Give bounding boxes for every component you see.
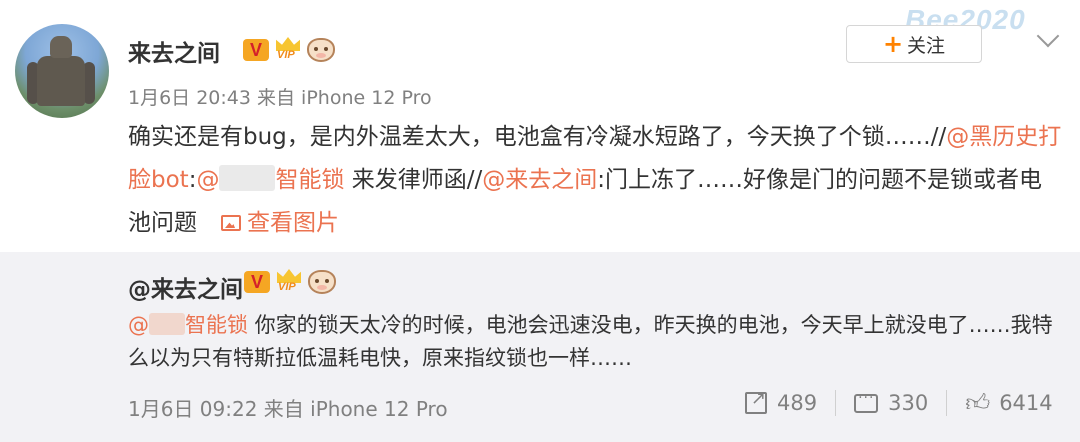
original-text: 你家的锁天太冷的时候，电池会迅速没电，昨天换的电池，今天早上就没电了……我特么以… (128, 313, 1053, 370)
mention-name: 智能锁 (185, 313, 248, 337)
divider (946, 390, 948, 416)
post-meta: 1月6日 20:43 来自 iPhone 12 Pro (128, 87, 432, 109)
follow-label: 关注 (907, 34, 946, 57)
weibo-post: 来去之间 V VIP 1月6日 20:43 来自 iPhone 12 Pro B… (0, 0, 1080, 252)
verified-v-icon[interactable]: V (243, 39, 269, 61)
user-avatar[interactable] (15, 24, 109, 118)
redacted-name (219, 165, 276, 191)
post-content: 确实还是有bug，是内外温差太大，电池盒有冷凝水短路了，今天换了个锁……//@黑… (128, 116, 1063, 245)
vip-text: VIP (278, 281, 296, 293)
mention-name: 智能锁 (275, 167, 345, 193)
repost-button[interactable]: 489 (745, 388, 818, 415)
action-bar: 489 330 👍︎ 6414 (745, 388, 1053, 416)
vip-crown-icon[interactable]: VIP (273, 37, 303, 63)
follow-button[interactable]: + 关注 (846, 25, 982, 63)
thumbs-up-icon: 👍︎ (965, 389, 991, 417)
repost-count: 489 (777, 391, 818, 415)
original-content: @ 智能锁 你家的锁天太冷的时候，电池会迅速没电，昨天换的电池，今天早上就没电了…… (128, 309, 1063, 375)
divider (835, 390, 837, 416)
mention-at: @ (128, 313, 149, 337)
vip-crown-icon[interactable]: VIP (274, 269, 304, 295)
avatar-robot-body (37, 56, 85, 106)
repost-icon (745, 388, 767, 414)
chevron-down-icon[interactable] (1036, 24, 1060, 48)
original-user-badges: V VIP (244, 269, 336, 295)
vip-text: VIP (277, 49, 295, 61)
original-username[interactable]: @来去之间 (128, 270, 243, 304)
mention-link[interactable]: @来去之间 (482, 167, 597, 193)
picture-icon (221, 215, 241, 231)
post-text: 来发律师函// (344, 167, 483, 193)
reposted-original: @来去之间 V VIP @ 智能锁 你家的锁天太冷的时候，电池会迅速没电，昨天换的… (0, 252, 1080, 442)
mention-at: @ (196, 167, 220, 193)
mention-link[interactable]: @ 智能锁 (128, 313, 248, 337)
redacted-name (149, 313, 185, 335)
post-text: 确实还是有bug，是内外温差太大，电池盒有冷凝水短路了，今天换了个锁……// (128, 124, 947, 150)
post-username[interactable]: 来去之间 (128, 34, 220, 68)
original-meta: 1月6日 09:22 来自 iPhone 12 Pro (128, 397, 448, 421)
view-picture-label: 查看图片 (247, 210, 339, 236)
verified-v-icon[interactable]: V (244, 271, 270, 293)
view-picture-link[interactable]: 查看图片 (221, 210, 339, 236)
cow-badge-icon[interactable] (308, 270, 336, 294)
cow-badge-icon[interactable] (307, 38, 335, 62)
like-count: 6414 (999, 391, 1053, 415)
comment-count: 330 (888, 391, 929, 415)
user-badges: V VIP (243, 37, 335, 63)
comment-button[interactable]: 330 (854, 390, 929, 415)
mention-link[interactable]: @ 智能锁 (196, 165, 345, 193)
comment-icon (854, 390, 879, 413)
avatar-robot-head (50, 36, 72, 58)
plus-icon: + (882, 30, 904, 58)
like-button[interactable]: 👍︎ 6414 (965, 391, 1052, 415)
